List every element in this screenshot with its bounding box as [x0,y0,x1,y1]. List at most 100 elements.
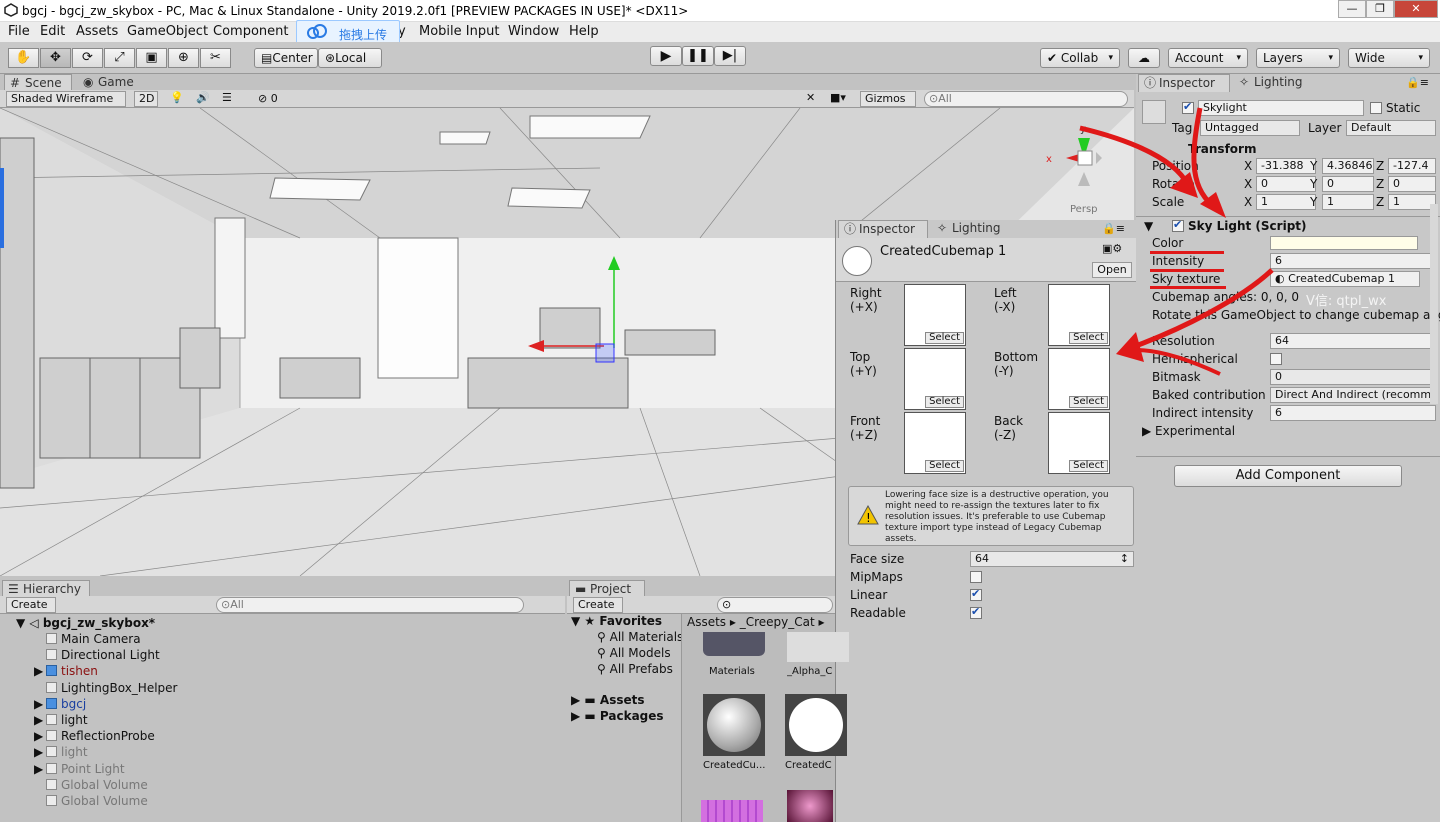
cubemap-sphere-thumb[interactable] [703,694,765,756]
hierarchy-item[interactable]: Global Volume [34,778,148,792]
2d-toggle[interactable]: 2D [134,91,158,107]
packages-folder[interactable]: ▶ ▬ Packages [571,709,664,723]
upload-overlay-button[interactable]: 拖拽上传 [296,20,400,44]
scale-x[interactable]: 1 [1256,194,1316,210]
expand-arrow-icon[interactable]: ▶ [34,762,46,776]
inspector-scrollbar[interactable] [1430,204,1438,404]
face-top-slot[interactable]: Select [904,348,966,410]
favorites-folder[interactable]: ▼ ★ Favorites [571,614,662,628]
account-dropdown[interactable]: Account ▾ [1168,48,1248,68]
scene-root[interactable]: ▼ ◁ bgcj_zw_skybox* [16,616,155,630]
maximize-button[interactable]: ❐ [1366,0,1394,18]
lock-icon[interactable]: 🔒≡ [1102,222,1125,235]
readable-checkbox[interactable] [970,605,982,619]
face-left-slot[interactable]: Select [1048,284,1110,346]
gizmos-dropdown[interactable]: Gizmos [860,91,916,107]
project-search-input[interactable]: ⊙ [717,597,833,613]
position-z[interactable]: -127.4 [1388,158,1436,174]
hierarchy-create-dropdown[interactable]: Create [6,597,56,613]
hand-tool-icon[interactable]: ✋ [8,48,39,68]
intensity-field[interactable]: 6 [1270,253,1436,269]
menu-mobile-input[interactable]: Mobile Input [419,24,499,39]
hierarchy-item[interactable]: Global Volume [34,794,148,808]
hierarchy-item[interactable]: Main Camera [34,632,141,646]
tab-cubemap-lighting[interactable]: ✧ Lighting [932,220,1012,238]
hierarchy-item[interactable]: ▶ tishen [34,664,98,678]
rotate-tool-icon[interactable]: ⟳ [72,48,103,68]
shading-mode-dropdown[interactable]: Shaded Wireframe [6,91,126,107]
hidden-objects-icon[interactable]: ⊘ 0 [258,92,278,105]
fav-all-prefabs[interactable]: ⚲ All Prefabs [597,662,673,676]
cloud-services-icon[interactable]: ☁ [1128,48,1160,68]
select-button[interactable]: Select [925,396,964,408]
hierarchy-item[interactable]: ▶ light [34,713,88,727]
hierarchy-item[interactable]: ▶ ReflectionProbe [34,729,155,743]
menu-assets[interactable]: Assets [76,24,118,39]
select-button[interactable]: Select [1069,396,1108,408]
color-swatch[interactable] [1270,236,1418,250]
hierarchy-item[interactable]: LightingBox_Helper [34,681,177,695]
rotation-z[interactable]: 0 [1388,176,1436,192]
expand-arrow-icon[interactable]: ▶ [34,729,46,743]
select-button[interactable]: Select [925,332,964,344]
layout-dropdown[interactable]: Wide ▾ [1348,48,1430,68]
menu-window[interactable]: Window [508,24,559,39]
fav-all-materials[interactable]: ⚲ All Materials [597,630,683,644]
face-back-slot[interactable]: Select [1048,412,1110,474]
static-checkbox[interactable] [1370,102,1382,114]
expand-arrow-icon[interactable]: ▶ [34,745,46,759]
breadcrumb[interactable]: Assets ▸ _Creepy_Cat ▸ [687,615,825,629]
camera-icon[interactable]: ■▾ [830,91,846,104]
purple-texture-thumb[interactable] [701,800,763,822]
createdcubemap-thumb[interactable] [785,694,847,756]
burst-texture-thumb[interactable] [787,790,833,822]
rotation-y[interactable]: 0 [1322,176,1374,192]
rotation-x[interactable]: 0 [1256,176,1316,192]
scale-y[interactable]: 1 [1322,194,1374,210]
baked-contribution-dropdown[interactable]: Direct And Indirect (recommended) [1270,387,1436,403]
scale-tool-icon[interactable]: ⤢ [104,48,135,68]
hierarchy-item[interactable]: Directional Light [34,648,160,662]
move-tool-icon[interactable]: ✥ [40,48,71,68]
pause-button[interactable]: ❚❚ [682,46,714,66]
close-button[interactable]: ✕ [1394,0,1438,18]
expand-arrow-icon[interactable]: ▶ [34,664,46,678]
face-size-dropdown[interactable]: 64 ↕ [970,551,1134,567]
active-checkbox[interactable] [1182,100,1194,114]
effects-toggle-icon[interactable]: ☰ [222,91,232,104]
assets-folder[interactable]: ▶ ▬ Assets [571,693,645,707]
face-bottom-slot[interactable]: Select [1048,348,1110,410]
project-create-dropdown[interactable]: Create [573,597,623,613]
position-y[interactable]: 4.36846 [1322,158,1374,174]
lock-icon[interactable]: 🔒≡ [1406,76,1429,89]
select-button[interactable]: Select [925,460,964,472]
menu-file[interactable]: File [8,24,30,39]
fav-all-models[interactable]: ⚲ All Models [597,646,671,660]
select-button[interactable]: Select [1069,332,1108,344]
resolution-field[interactable]: 64 [1270,333,1436,349]
menu-gameobject[interactable]: GameObject [127,24,208,39]
face-right-slot[interactable]: Select [904,284,966,346]
menu-edit[interactable]: Edit [40,24,65,39]
light-toggle-icon[interactable]: 💡 [170,91,184,104]
add-component-button[interactable]: Add Component [1174,465,1402,487]
materials-folder-icon[interactable] [703,632,765,656]
tag-dropdown[interactable]: Untagged [1200,120,1300,136]
indirect-intensity-field[interactable]: 6 [1270,405,1436,421]
open-button[interactable]: Open [1092,262,1132,278]
rect-tool-icon[interactable]: ▣ [136,48,167,68]
experimental-foldout[interactable]: ▶ Experimental [1142,424,1235,438]
hierarchy-item[interactable]: ▶ Point Light [34,762,125,776]
layer-dropdown[interactable]: Default [1346,120,1436,136]
pivot-local-button[interactable]: ⊛Local [318,48,382,68]
foldout-arrow-icon[interactable]: ▼ [1144,219,1153,233]
minimize-button[interactable]: — [1338,0,1366,18]
step-button[interactable]: ▶| [714,46,746,66]
pivot-center-button[interactable]: ▤Center [254,48,318,68]
custom-tool-icon[interactable]: ✂ [200,48,231,68]
tab-inspector[interactable]: ⓘ Inspector [1138,74,1230,92]
expand-arrow-icon[interactable]: ▶ [34,713,46,727]
scale-z[interactable]: 1 [1388,194,1436,210]
layers-dropdown[interactable]: Layers ▾ [1256,48,1340,68]
expand-arrow-icon[interactable]: ▶ [34,697,46,711]
